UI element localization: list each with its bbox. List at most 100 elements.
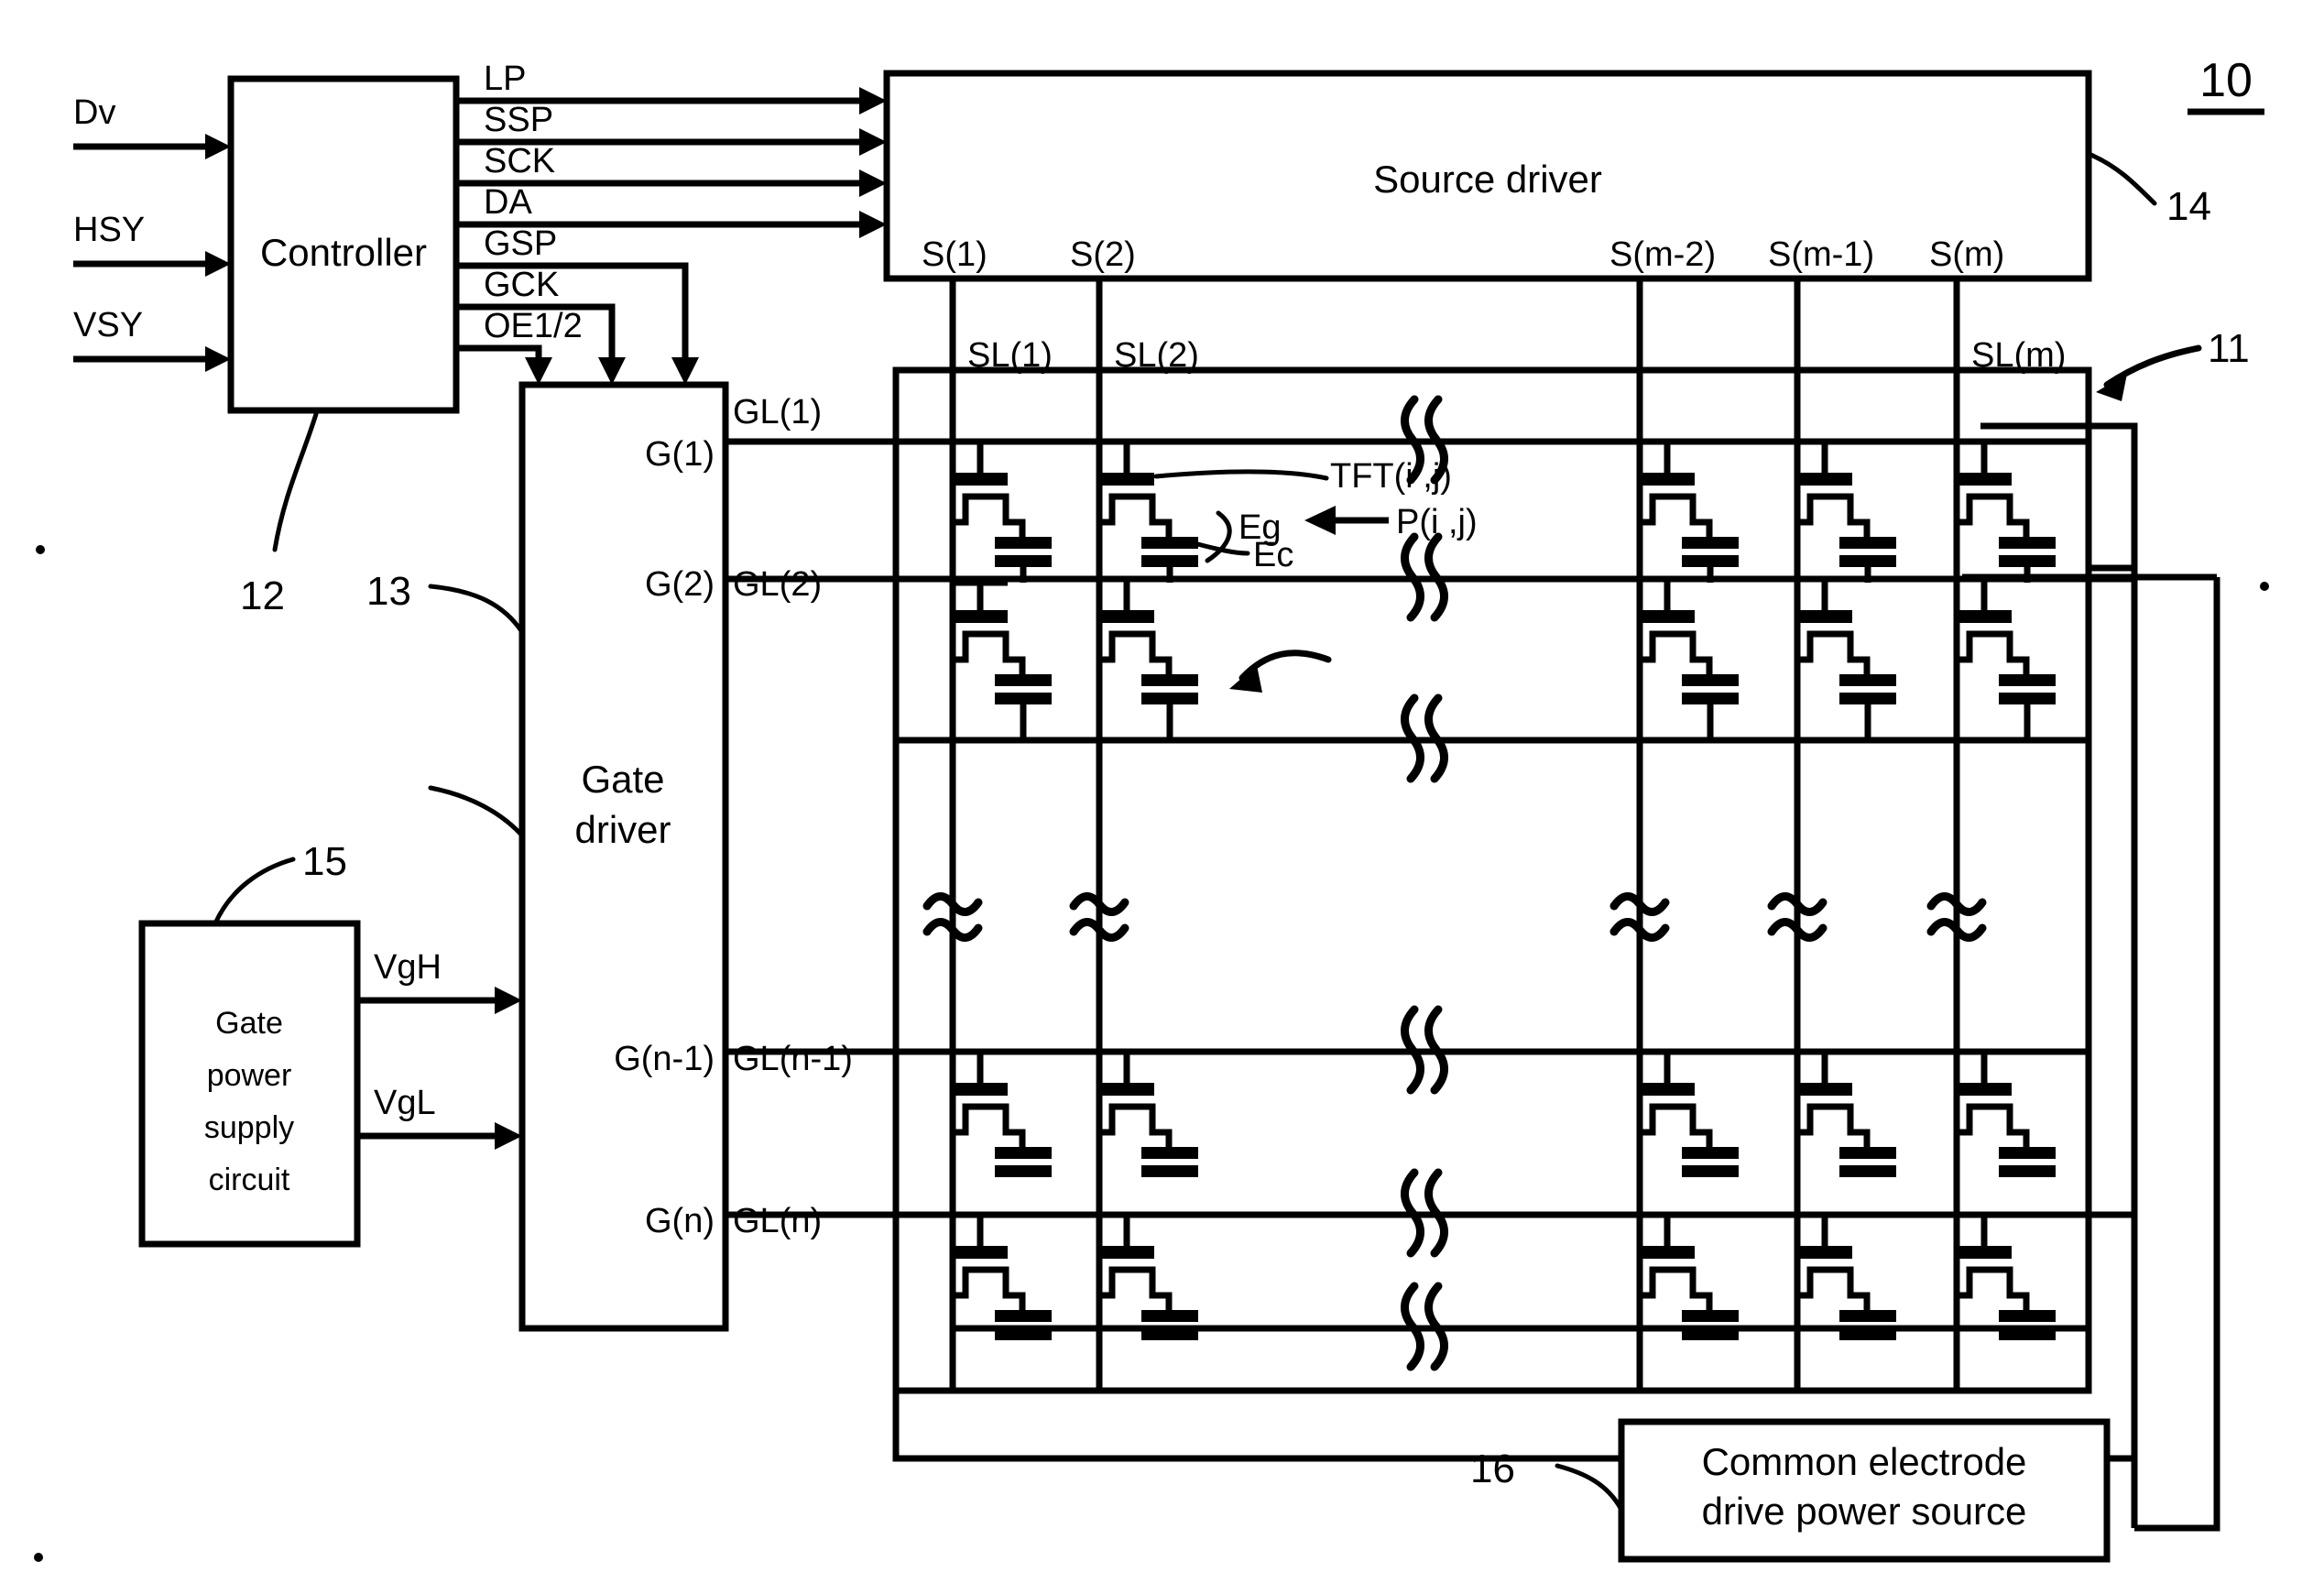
pixel-cell — [1640, 1052, 1739, 1177]
tft-gate-electrode — [1799, 473, 1852, 486]
source-driver-label: Source driver — [1373, 158, 1602, 201]
gate-line-label-gln1: GL(n-1) — [733, 1040, 853, 1078]
tft-gate-electrode — [955, 473, 1008, 486]
signal-label-da: DA — [484, 183, 532, 222]
leader-13b — [428, 584, 525, 635]
storage-cap-top-plate — [1682, 1310, 1739, 1322]
gate-line-label-gl2: GL(2) — [733, 565, 822, 604]
leader-15 — [213, 857, 296, 926]
panel-layer-back — [2134, 577, 2220, 1532]
pixel-cell — [1957, 1052, 2056, 1177]
panel-layer-mid — [1980, 422, 2138, 1528]
storage-cap-top-plate — [995, 537, 1052, 549]
gate-power-label-1: Gate — [215, 1006, 283, 1041]
tft-channel — [1099, 493, 1173, 537]
signal-label-sck: SCK — [484, 142, 555, 180]
panel-layer-front — [892, 366, 2092, 1394]
tft-gate-electrode — [1958, 1246, 2012, 1259]
pixel-cell — [1957, 442, 2056, 583]
tft-channel — [1640, 1103, 1713, 1147]
break-symbol-vertical-line — [1069, 892, 1129, 916]
signal-label-oe12: OE1/2 — [484, 307, 583, 345]
pixel-cell — [1640, 1215, 1739, 1340]
gate-terminal-g1: G(1) — [645, 435, 715, 474]
break-symbol-vertical-line — [1926, 892, 1987, 916]
pixel-cell — [1797, 579, 1896, 740]
leader-tft — [1153, 469, 1329, 481]
tft-channel — [1957, 630, 2030, 674]
tft-gate-electrode — [955, 1246, 1008, 1259]
tft-gate-electrode — [1101, 1246, 1154, 1259]
tft-gate-electrode — [1642, 1083, 1695, 1096]
break-symbol-vertical-line — [922, 918, 983, 942]
storage-cap-top-plate — [1839, 1310, 1896, 1322]
tft-gate-electrode — [1642, 473, 1695, 486]
pixel-cell — [1099, 1052, 1198, 1177]
controller-label: Controller — [260, 231, 427, 274]
gate-terminal-g2: G(2) — [645, 565, 715, 604]
storage-cap-bottom-plate — [995, 693, 1052, 704]
pixel-cell — [1099, 442, 1198, 583]
storage-cap-top-plate — [1839, 537, 1896, 549]
signals-to-source-driver: LP SSP SCK DA — [456, 60, 887, 238]
break-symbol-vertical-line — [1609, 892, 1670, 916]
annotation-pixel: P(i ,j) — [1396, 503, 1478, 541]
storage-cap-top-plate — [1999, 537, 2056, 549]
gate-terminal-gn: G(n) — [645, 1202, 715, 1240]
leader-12 — [272, 411, 319, 552]
controller-input-hsy: HSY — [73, 211, 231, 277]
source-terminal-sm1: S(m-1) — [1768, 235, 1874, 274]
pixel-cell — [1099, 579, 1198, 740]
source-terminal-sm2: S(m-2) — [1609, 235, 1716, 274]
storage-cap-top-plate — [995, 674, 1052, 686]
pixel-cell — [1640, 579, 1739, 740]
leader-13 — [428, 785, 525, 838]
tft-gate-electrode — [1642, 610, 1695, 623]
pixel-cell — [1957, 1215, 2056, 1340]
gate-driver-label-2: driver — [574, 808, 671, 851]
storage-cap-top-plate — [1999, 674, 2056, 686]
pixel-cell — [953, 1052, 1052, 1177]
storage-cap-bottom-plate — [1141, 693, 1198, 704]
source-terminal-s2: S(2) — [1070, 235, 1136, 274]
gate-line-label-gln: GL(n) — [733, 1202, 822, 1240]
controller-input-vsy: VSY — [73, 306, 231, 372]
storage-cap-bottom-plate — [1141, 555, 1198, 567]
tft-channel — [1957, 493, 2030, 537]
pixel-cell — [1957, 579, 2056, 740]
tft-channel — [953, 630, 1026, 674]
tft-gate-electrode — [1101, 1083, 1154, 1096]
gate-driver-block — [518, 381, 729, 1332]
tft-gate-electrode — [1958, 473, 2012, 486]
tft-gate-electrode — [1958, 610, 2012, 623]
tft-channel — [1957, 1266, 2030, 1310]
tft-gate-electrode — [955, 610, 1008, 623]
tft-channel — [1797, 630, 1871, 674]
signal-label-gck: GCK — [484, 266, 559, 304]
storage-cap-top-plate — [1141, 1310, 1198, 1322]
controller-input-dv: Dv — [73, 93, 231, 159]
scan-artifact-dot-1 — [34, 1553, 43, 1562]
scan-artifact-dot-3 — [2260, 582, 2269, 591]
signal-label-gsp: GSP — [484, 224, 557, 263]
tft-gate-electrode — [1101, 610, 1154, 623]
common-electrode-label-1: Common electrode — [1702, 1440, 2027, 1483]
power-signal-vgh: VgH — [357, 948, 522, 1014]
leader-eg — [1205, 510, 1232, 563]
storage-cap-bottom-plate — [1999, 693, 2056, 704]
tft-gate-electrode — [1958, 1083, 2012, 1096]
pixel-cell — [1797, 442, 1896, 583]
tft-channel — [1640, 630, 1713, 674]
storage-cap-top-plate — [1999, 1310, 2056, 1322]
storage-cap-bottom-plate — [1682, 555, 1739, 567]
input-label-vsy: VSY — [73, 306, 143, 344]
tft-channel — [1640, 493, 1713, 537]
break-symbol-vertical-line — [1069, 918, 1129, 942]
power-label-vgh: VgH — [374, 948, 442, 987]
annotation-ec: Ec — [1253, 536, 1293, 574]
input-label-hsy: HSY — [73, 211, 145, 249]
tft-channel — [1099, 1103, 1173, 1147]
source-line-label-sl2: SL(2) — [1114, 336, 1199, 375]
pixel-cell — [1640, 442, 1739, 583]
pixel-cell — [1797, 1215, 1896, 1340]
